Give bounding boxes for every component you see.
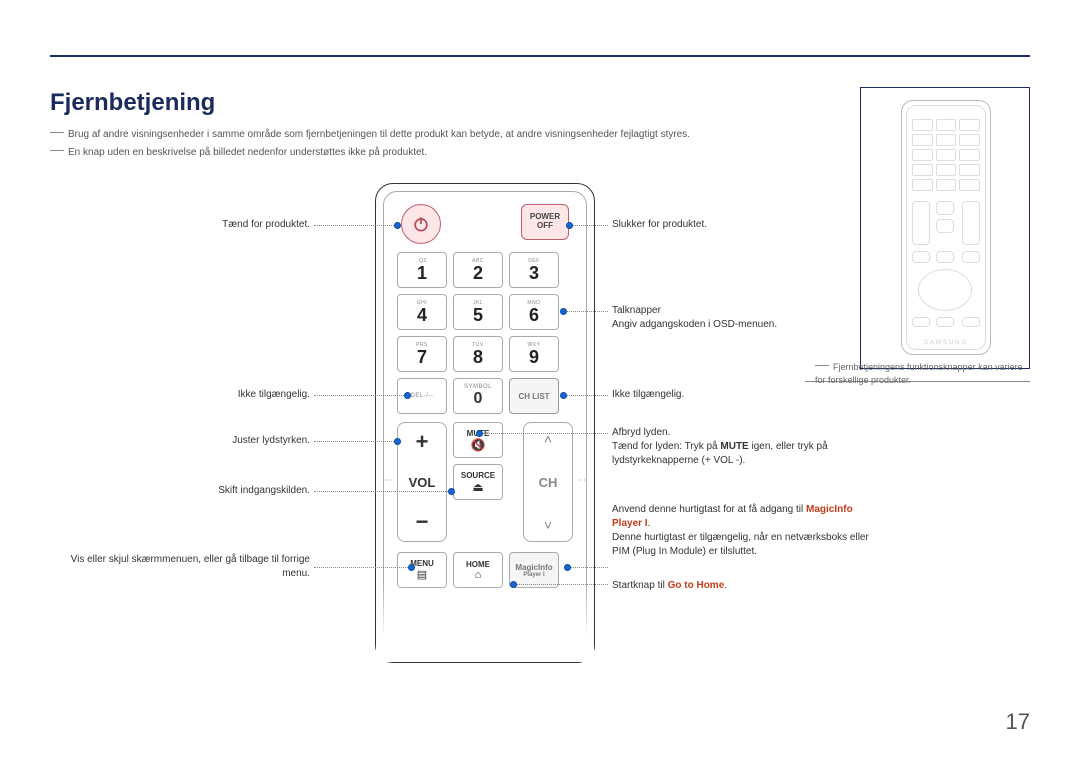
key-4[interactable]: GHI4: [397, 294, 447, 330]
source-button[interactable]: SOURCE ⏏: [453, 464, 503, 500]
key-9[interactable]: WXY9: [509, 336, 559, 372]
menu-button[interactable]: MENU ▤: [397, 552, 447, 588]
key-2[interactable]: ABC2: [453, 252, 503, 288]
home-icon: ⌂: [475, 569, 482, 581]
vol-plus[interactable]: +: [416, 429, 429, 455]
channel-rocker[interactable]: ˄ CH ˅: [523, 422, 573, 542]
callout-home: Startknap til Go to Home.: [612, 579, 882, 593]
callout-power-off: Slukker for produktet.: [612, 218, 872, 232]
callout-numbers: Talknapper Angiv adgangskoden i OSD-menu…: [612, 304, 872, 332]
note-2-text: En knap uden en beskrivelse på billedet …: [68, 147, 427, 158]
note-1: Brug af andre visningsenheder i samme om…: [50, 129, 690, 140]
key-0[interactable]: SYMBOL0: [453, 378, 503, 414]
leader-dot: [510, 581, 517, 588]
decor-dots-right: ⋮: [577, 476, 586, 485]
ch-label: CH: [539, 475, 558, 490]
source-icon: ⏏: [472, 480, 483, 494]
vol-minus[interactable]: −: [416, 509, 429, 535]
leader: [314, 491, 448, 492]
menu-icon: ▤: [417, 568, 427, 581]
leader-dot: [566, 222, 573, 229]
leader-dot: [564, 564, 571, 571]
top-rule: [50, 55, 1030, 57]
key-7[interactable]: PRS7: [397, 336, 447, 372]
leader: [570, 567, 608, 568]
leader-dot: [394, 222, 401, 229]
leader: [482, 433, 608, 434]
leader-dot: [448, 488, 455, 495]
key-6[interactable]: MNO6: [509, 294, 559, 330]
leader: [314, 441, 394, 442]
leader: [566, 395, 608, 396]
page-number: 17: [1006, 709, 1030, 735]
callout-magicinfo: Anvend denne hurtigtast for at få adgang…: [612, 503, 882, 559]
callout-mute: Afbryd lyden. Tænd for lyden: Tryk på MU…: [612, 426, 882, 468]
leader-dot: [476, 430, 483, 437]
callout-menu: Vis eller skjul skærmmenuen, eller gå ti…: [50, 553, 310, 581]
mute-icon: 🔇: [471, 438, 486, 452]
power-off-label-2: OFF: [537, 222, 553, 231]
key-8[interactable]: TUV8: [453, 336, 503, 372]
leader: [566, 311, 608, 312]
leader: [516, 584, 608, 585]
vol-label: VOL: [409, 475, 436, 490]
leader-dot: [560, 392, 567, 399]
callout-volume: Juster lydstyrken.: [50, 434, 310, 448]
ch-down-icon[interactable]: ˅: [544, 517, 552, 533]
leader-dot: [560, 308, 567, 315]
key-5[interactable]: JKL5: [453, 294, 503, 330]
decor-dots-left: ⋮: [384, 476, 393, 485]
leader-dot: [408, 564, 415, 571]
power-on-button[interactable]: [401, 204, 441, 244]
leader: [314, 395, 404, 396]
leader-dot: [394, 438, 401, 445]
leader: [572, 225, 608, 226]
number-pad: .QZ1 ABC2 DEF3 GHI4 JKL5 MNO6 PRS7 TUV8 …: [397, 252, 559, 414]
callout-na-left: Ikke tilgængelig.: [50, 388, 310, 402]
note-1-text: Brug af andre visningsenheder i samme om…: [68, 129, 690, 140]
leader: [314, 225, 394, 226]
page-title: Fjernbetjening: [50, 89, 215, 117]
leader-dot: [404, 392, 411, 399]
callout-source: Skift indgangskilden.: [50, 484, 310, 498]
key-ch-list[interactable]: CH LIST: [509, 378, 559, 414]
volume-rocker[interactable]: + VOL −: [397, 422, 447, 542]
sidebar-note: Fjernbetjeningens funktionsknapper kan v…: [815, 361, 1030, 386]
power-icon: [411, 214, 431, 234]
leader: [314, 567, 408, 568]
mute-button[interactable]: MUTE 🔇: [453, 422, 503, 458]
sidebar-remote-box: SAMSUNG: [860, 87, 1030, 369]
mini-remote-brand: SAMSUNG: [902, 340, 990, 346]
page: Fjernbetjening Brug af andre visningsenh…: [50, 55, 1030, 723]
callout-na-right: Ikke tilgængelig.: [612, 388, 872, 402]
key-3[interactable]: DEF3: [509, 252, 559, 288]
home-button[interactable]: HOME ⌂: [453, 552, 503, 588]
mini-remote: SAMSUNG: [901, 100, 991, 355]
remote-body: POWER OFF .QZ1 ABC2 DEF3 GHI4 JKL5 MNO6 …: [375, 183, 595, 663]
bottom-row: MENU ▤ HOME ⌂ MagicInfo Player I: [397, 552, 559, 588]
key-1[interactable]: .QZ1: [397, 252, 447, 288]
power-off-button[interactable]: POWER OFF: [521, 204, 569, 240]
callout-power-on: Tænd for produktet.: [50, 218, 310, 232]
note-2: En knap uden en beskrivelse på billedet …: [50, 147, 427, 158]
